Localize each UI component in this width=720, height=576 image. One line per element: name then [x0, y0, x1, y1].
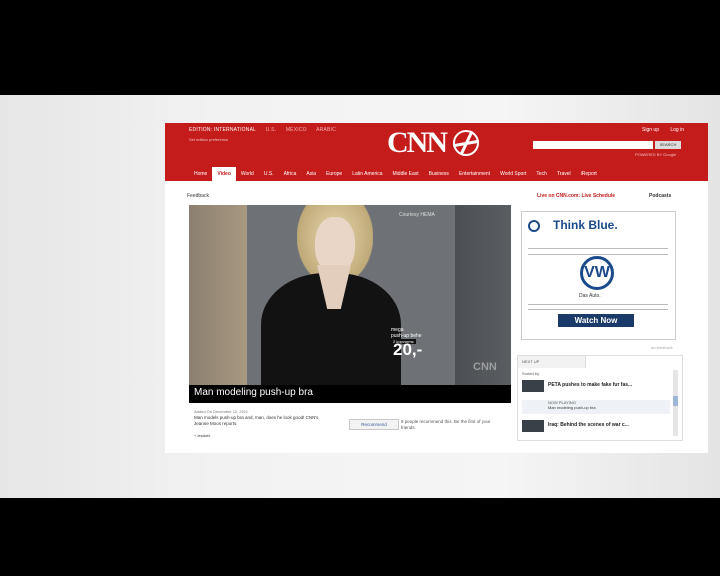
nav-tech[interactable]: Tech	[531, 167, 552, 181]
courtesy-label: Courtesy HEMA	[399, 212, 435, 218]
list-item-now-playing[interactable]: NOW PLAYING Man modeling push-up bra	[522, 400, 670, 414]
sort-label: Sorted by	[522, 371, 540, 376]
nav-world[interactable]: World	[236, 167, 259, 181]
nav-travel[interactable]: Travel	[552, 167, 576, 181]
vw-advertisement[interactable]: Think Blue. VW Das Auto. Watch Now	[521, 211, 676, 340]
poster-price: 20,-	[393, 340, 423, 359]
cnn-watermark: CNN	[473, 361, 497, 373]
nav-latin-america[interactable]: Latin America	[347, 167, 387, 181]
nav-business[interactable]: Business	[424, 167, 454, 181]
search-button[interactable]: SEARCH	[655, 141, 681, 149]
tab-next-up[interactable]: NEXT UP	[518, 356, 586, 368]
permalink[interactable]: + Iesdofx	[194, 433, 210, 438]
facebook-recommend-text: 8 people recommend this. Be the first of…	[401, 419, 491, 430]
video-background-right	[455, 205, 511, 385]
video-caption-bar: Man modeling push-up bra	[189, 385, 511, 403]
nav-entertainment[interactable]: Entertainment	[454, 167, 495, 181]
nav-video[interactable]: Video	[212, 167, 236, 181]
nav-middle-east[interactable]: Middle East	[388, 167, 424, 181]
log-in-link[interactable]: Log in	[670, 127, 684, 133]
video-description: Man models push-up bra and, man, does he…	[194, 415, 319, 426]
watch-now-button[interactable]: Watch Now	[558, 314, 634, 327]
model-face	[315, 217, 355, 273]
list-item[interactable]: PETA pushes to make fake fur fas...	[522, 380, 670, 394]
nav-asia[interactable]: Asia	[301, 167, 321, 181]
video-title: Man modeling push-up bra	[194, 387, 313, 398]
feedback-link[interactable]: Feedback	[187, 193, 209, 199]
live-schedule-link[interactable]: Live on CNN.com: Live Schedule	[537, 193, 615, 199]
list-item-title: Man modeling push-up bra	[548, 405, 596, 410]
list-item-title: Iraq: Behind the scenes of war c...	[548, 422, 629, 428]
nav-europe[interactable]: Europe	[321, 167, 347, 181]
ad-tagline: Das Auto.	[579, 293, 601, 299]
nav-ireport[interactable]: iReport	[576, 167, 602, 181]
main-nav: Home Video World U.S. Africa Asia Europe…	[189, 167, 602, 181]
cnn-logo[interactable]: CNN	[387, 126, 448, 160]
edition-mexico[interactable]: MÉXICO	[286, 127, 307, 133]
video-thumbnail	[522, 420, 544, 432]
podcasts-link[interactable]: Podcasts	[649, 193, 671, 199]
cnn-page: EDITION: INTERNATIONAL U.S. MÉXICO ARABI…	[165, 123, 708, 453]
account-links: Sign up Log in	[632, 127, 684, 133]
search-input[interactable]	[533, 141, 653, 149]
video-thumbnail	[522, 380, 544, 392]
recommend-button[interactable]: Recommend	[349, 419, 399, 430]
ad-stripe	[528, 309, 668, 310]
powered-by-google: POWERED BY Google	[635, 152, 677, 157]
globe-icon	[453, 130, 479, 156]
ad-headline: Think Blue.	[553, 218, 618, 232]
nav-africa[interactable]: Africa	[279, 167, 302, 181]
scrollbar-thumb[interactable]	[673, 396, 678, 406]
screen: EDITION: INTERNATIONAL U.S. MÉXICO ARABI…	[0, 95, 720, 498]
edition-bar: EDITION: INTERNATIONAL U.S. MÉXICO ARABI…	[189, 127, 344, 133]
nav-us[interactable]: U.S.	[259, 167, 279, 181]
vw-logo-icon: VW	[580, 256, 614, 290]
now-playing-text: NOW PLAYING Man modeling push-up bra	[548, 400, 596, 410]
added-date: Added On December 12, 2011	[194, 409, 248, 414]
video-background-left	[189, 205, 247, 385]
video-player[interactable]: Courtesy HEMA mega push-up behe 2 kopvor…	[189, 205, 511, 385]
ad-stripe	[528, 248, 668, 249]
site-header: EDITION: INTERNATIONAL U.S. MÉXICO ARABI…	[165, 123, 708, 181]
nav-home[interactable]: Home	[189, 167, 212, 181]
edition-us[interactable]: U.S.	[266, 127, 277, 133]
vw-logo-small-icon	[528, 220, 540, 232]
sign-up-link[interactable]: Sign up	[642, 127, 659, 133]
ad-stripe	[528, 254, 668, 255]
edition-international[interactable]: EDITION: INTERNATIONAL	[189, 127, 256, 133]
ad-stripe	[528, 304, 668, 305]
edition-arabic[interactable]: ARABIC	[316, 127, 336, 133]
set-edition-preference[interactable]: Set edition preference	[189, 137, 228, 142]
list-item[interactable]: Iraq: Behind the scenes of war c...	[522, 420, 670, 434]
ad-feedback-link[interactable]: ad feedback	[651, 345, 673, 350]
list-item-title: PETA pushes to make fake fur fas...	[548, 382, 633, 388]
up-next-panel: NEXT UP Sorted by PETA pushes to make fa…	[517, 355, 683, 441]
nav-world-sport[interactable]: World Sport	[495, 167, 531, 181]
